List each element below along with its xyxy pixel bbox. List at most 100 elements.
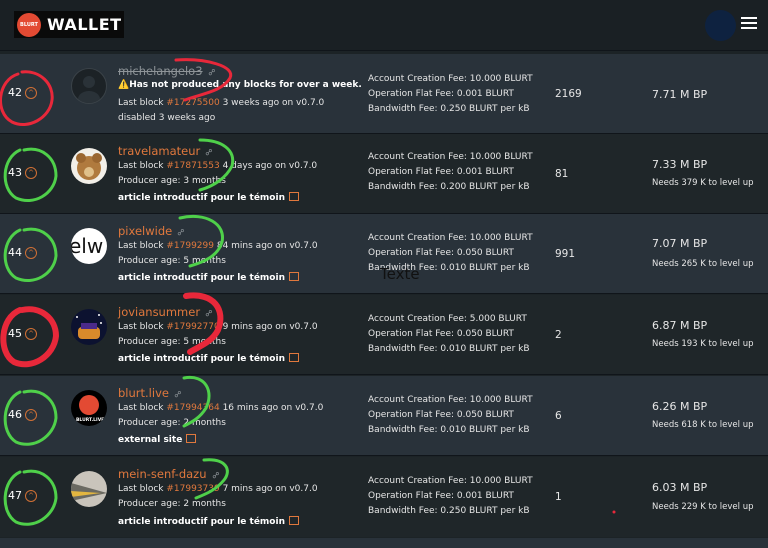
last-block-time: 16 mins ago on v0.7.0: [219, 403, 324, 413]
user-avatar[interactable]: [705, 10, 736, 41]
blurt-logo-icon: BLURT: [17, 12, 41, 37]
vote-up-icon[interactable]: ^: [25, 490, 37, 502]
vote-up-icon[interactable]: ^: [25, 328, 37, 340]
external-site-link[interactable]: external site: [118, 434, 197, 445]
wallet-logo[interactable]: BLURT WALLET: [14, 11, 124, 38]
witness-row: 42 ^ michelangelo3 ⚯ ⚠️Has not produced a…: [0, 54, 768, 134]
overlay-text: Texte: [380, 265, 420, 283]
witness-name-text[interactable]: travelamateur: [118, 144, 200, 158]
last-block-label: Last block: [118, 241, 167, 251]
witness-name-text[interactable]: joviansummer: [118, 305, 200, 319]
link-icon[interactable]: ⚯: [206, 67, 218, 79]
vote-count: 2: [555, 329, 562, 341]
external-link-icon[interactable]: [288, 516, 299, 525]
vote-up-icon[interactable]: ^: [25, 167, 37, 179]
witness-row-partial: [0, 538, 768, 548]
witness-rank: 44: [8, 246, 22, 259]
external-link-icon[interactable]: [186, 434, 197, 443]
vote-count: 991: [555, 248, 576, 260]
last-block: Last block #17275500 3 weeks ago on v0.7…: [118, 98, 324, 108]
link-icon[interactable]: ⚯: [176, 227, 188, 239]
account-creation-fee: Account Creation Fee: 10.000 BLURT: [368, 395, 533, 405]
vote-up-icon[interactable]: ^: [25, 247, 37, 259]
witness-avatar[interactable]: [71, 309, 107, 345]
link-icon[interactable]: ⚯: [204, 147, 216, 159]
brand-title: WALLET: [47, 15, 122, 34]
operation-flat-fee: Operation Flat Fee: 0.001 BLURT: [368, 167, 514, 177]
witness-name[interactable]: pixelwide ⚯: [118, 224, 188, 239]
link-icon[interactable]: ⚯: [210, 470, 222, 482]
witness-fees: Account Creation Fee: 5.000 BLURT Operat…: [368, 312, 530, 357]
block-link[interactable]: #17993739: [166, 484, 219, 494]
operation-flat-fee: Operation Flat Fee: 0.001 BLURT: [368, 491, 514, 501]
article-link-text[interactable]: article introductif pour le témoin: [118, 193, 285, 203]
witness-row: 43 ^ travelamateur ⚯ Last block #17871553…: [0, 134, 768, 214]
witness-rank: 42: [8, 86, 22, 99]
witness-name-text[interactable]: blurt.live: [118, 386, 169, 400]
block-link[interactable]: #17275500: [166, 98, 219, 108]
witness-name-text[interactable]: pixelwide: [118, 224, 172, 238]
vote-count: 6: [555, 410, 562, 422]
menu-icon[interactable]: [741, 17, 757, 30]
witness-avatar[interactable]: [71, 68, 107, 104]
witness-name-text[interactable]: michelangelo3: [118, 64, 203, 78]
bandwidth-fee: Bandwidth Fee: 0.010 BLURT per kB: [368, 344, 530, 354]
external-link-icon[interactable]: [288, 272, 299, 281]
witness-name[interactable]: joviansummer ⚯: [118, 305, 216, 320]
witness-article-link[interactable]: article introductif pour le témoin: [118, 353, 299, 364]
block-link[interactable]: #1799299: [166, 241, 214, 251]
last-block: Last block #1799299 84 mins ago on v0.7.…: [118, 241, 318, 251]
block-link[interactable]: #17994364: [166, 403, 219, 413]
witness-name-text[interactable]: mein-senf-dazu: [118, 467, 207, 481]
producer-age: Producer age: 5 months: [118, 337, 226, 347]
top-bar: BLURT WALLET: [0, 0, 768, 51]
last-block-time: 9 mins ago on v0.7.0: [219, 322, 318, 332]
producer-age: Producer age: 5 months: [118, 256, 226, 266]
witness-article-link[interactable]: article introductif pour le témoin: [118, 516, 299, 527]
account-creation-fee: Account Creation Fee: 10.000 BLURT: [368, 233, 533, 243]
witness-article-link[interactable]: article introductif pour le témoin: [118, 272, 299, 283]
witness-bp: 7.07 M BP: [652, 237, 708, 250]
last-block-label: Last block: [118, 403, 167, 413]
witness-name[interactable]: travelamateur ⚯: [118, 144, 216, 159]
witness-avatar[interactable]: [71, 148, 107, 184]
level-up-text: Needs 265 K to level up: [652, 259, 754, 269]
external-link-icon[interactable]: [288, 353, 299, 362]
witness-bp: 6.03 M BP: [652, 481, 708, 494]
vote-count: 1: [555, 491, 562, 503]
vote-up-icon[interactable]: ^: [25, 409, 37, 421]
block-link[interactable]: #17871553: [166, 161, 219, 171]
witness-name[interactable]: michelangelo3 ⚯: [118, 64, 219, 79]
bandwidth-fee: Bandwidth Fee: 0.200 BLURT per kB: [368, 182, 530, 192]
witness-name[interactable]: mein-senf-dazu ⚯: [118, 467, 222, 482]
operation-flat-fee: Operation Flat Fee: 0.050 BLURT: [368, 410, 514, 420]
witness-avatar[interactable]: [71, 471, 107, 507]
witness-bp: 7.71 M BP: [652, 88, 708, 101]
producer-age: Producer age: 2 months: [118, 499, 226, 509]
block-link[interactable]: #17992770: [166, 322, 219, 332]
warning-text: ⚠️Has not produced any blocks for over a…: [118, 80, 362, 90]
vote-up-icon[interactable]: ^: [25, 87, 37, 99]
witness-avatar[interactable]: BLURT.LIVE: [71, 390, 107, 426]
external-link-icon[interactable]: [288, 192, 299, 201]
last-block: Last block #17993739 7 mins ago on v0.7.…: [118, 484, 318, 494]
article-link-text[interactable]: article introductif pour le témoin: [118, 273, 285, 283]
last-block-time: 7 mins ago on v0.7.0: [219, 484, 318, 494]
witness-status: disabled 3 weeks ago: [118, 113, 216, 123]
link-icon[interactable]: ⚯: [173, 389, 185, 401]
article-link-text[interactable]: external site: [118, 435, 182, 445]
witness-fees: Account Creation Fee: 10.000 BLURT Opera…: [368, 393, 533, 438]
article-link-text[interactable]: article introductif pour le témoin: [118, 354, 285, 364]
witness-avatar[interactable]: elw: [71, 228, 107, 264]
bandwidth-fee: Bandwidth Fee: 0.010 BLURT per kB: [368, 425, 530, 435]
witness-article-link[interactable]: article introductif pour le témoin: [118, 192, 299, 203]
witness-name[interactable]: blurt.live ⚯: [118, 386, 185, 401]
link-icon[interactable]: ⚯: [204, 308, 216, 320]
producer-age: Producer age: 3 months: [118, 176, 226, 186]
operation-flat-fee: Operation Flat Fee: 0.050 BLURT: [368, 329, 514, 339]
witness-fees: Account Creation Fee: 10.000 BLURT Opera…: [368, 72, 533, 117]
operation-flat-fee: Operation Flat Fee: 0.050 BLURT: [368, 248, 514, 258]
last-block-time: 3 weeks ago on v0.7.0: [219, 98, 325, 108]
article-link-text[interactable]: article introductif pour le témoin: [118, 517, 285, 527]
svg-text:elw: elw: [71, 234, 103, 258]
